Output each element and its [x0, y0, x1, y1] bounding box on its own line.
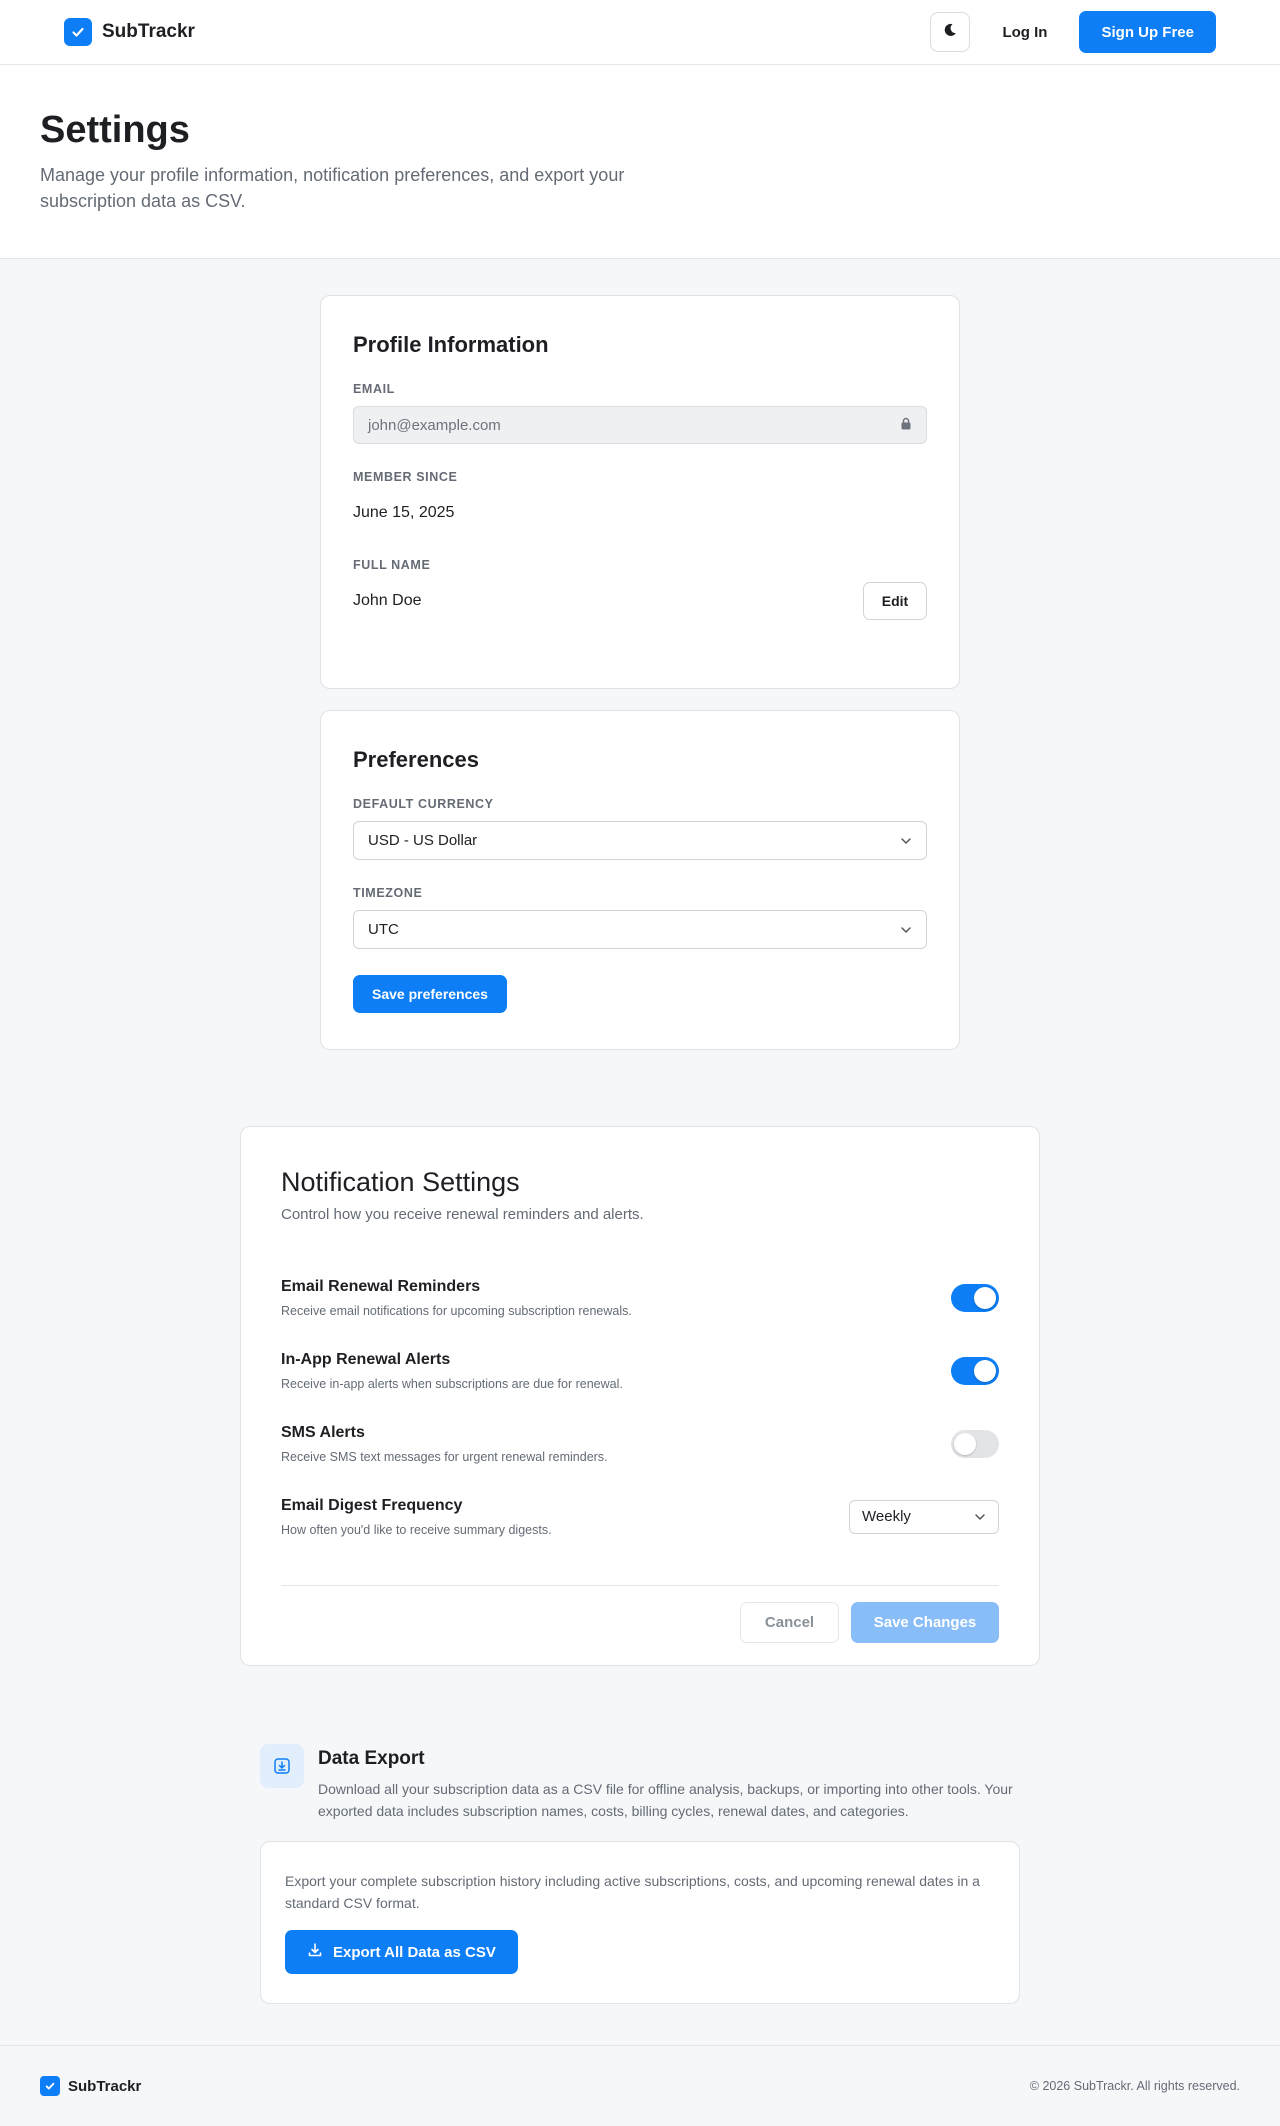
- footer: SubTrackr © 2026 SubTrackr. All rights r…: [0, 2045, 1280, 2126]
- brand-logo[interactable]: SubTrackr: [64, 18, 195, 46]
- currency-select[interactable]: USD - US Dollar: [353, 821, 927, 860]
- email-value: john@example.com: [368, 416, 501, 434]
- chevron-down-icon: [974, 1508, 986, 1525]
- toggle-knob: [974, 1359, 996, 1382]
- sms-alerts-toggle[interactable]: [951, 1429, 999, 1458]
- footer-brand[interactable]: SubTrackr: [40, 2076, 141, 2096]
- digest-selected-value: Weekly: [862, 1508, 911, 1525]
- email-reminders-toggle[interactable]: [951, 1283, 999, 1312]
- divider: [281, 1585, 999, 1586]
- notification-title: SMS Alerts: [281, 1423, 365, 1441]
- notification-description: Receive email notifications for upcoming…: [281, 1303, 632, 1318]
- member-since-value: June 15, 2025: [353, 504, 455, 521]
- notification-settings-title: Notification Settings: [281, 1167, 520, 1197]
- data-export-title: Data Export: [318, 1748, 425, 1769]
- theme-toggle-button[interactable]: [930, 12, 971, 52]
- in-app-alerts-toggle[interactable]: [951, 1356, 999, 1385]
- lock-icon: [900, 417, 912, 434]
- notification-row-in-app-alerts: In-App Renewal Alerts Receive in-app ale…: [281, 1334, 999, 1407]
- currency-label: DEFAULT CURRENCY: [353, 797, 494, 811]
- notification-title: Email Renewal Reminders: [281, 1277, 481, 1295]
- timezone-label: TIMEZONE: [353, 886, 423, 900]
- preferences-card: Preferences DEFAULT CURRENCY USD - US Do…: [320, 710, 960, 1050]
- toggle-knob: [974, 1286, 996, 1309]
- notification-row-sms-alerts: SMS Alerts Receive SMS text messages for…: [281, 1407, 999, 1480]
- chevron-down-icon: [900, 921, 912, 938]
- export-csv-label: Export All Data as CSV: [333, 1943, 496, 1961]
- brand-name: SubTrackr: [102, 21, 195, 42]
- download-icon: [260, 1744, 304, 1788]
- notification-settings-subtitle: Control how you receive renewal reminder…: [281, 1206, 644, 1223]
- save-preferences-button[interactable]: Save preferences: [353, 975, 507, 1013]
- footer-brand-name: SubTrackr: [68, 2077, 142, 2095]
- notification-row-digest-frequency: Email Digest Frequency How often you'd l…: [281, 1480, 999, 1553]
- full-name-label: FULL NAME: [353, 558, 431, 572]
- top-navbar: SubTrackr Log In Sign Up Free: [0, 0, 1280, 65]
- check-logo-icon: [64, 18, 92, 46]
- digest-title: Email Digest Frequency: [281, 1496, 463, 1514]
- cancel-button[interactable]: Cancel: [740, 1602, 839, 1643]
- page-subtitle: Manage your profile information, notific…: [40, 165, 625, 211]
- notification-description: Receive in-app alerts when subscriptions…: [281, 1376, 623, 1391]
- signup-button[interactable]: Sign Up Free: [1079, 11, 1216, 53]
- notification-row-email-reminders: Email Renewal Reminders Receive email no…: [281, 1261, 999, 1334]
- copyright-text: © 2026 SubTrackr. All rights reserved.: [1029, 2079, 1240, 2093]
- timezone-select[interactable]: UTC: [353, 910, 927, 949]
- currency-selected-value: USD - US Dollar: [368, 832, 478, 849]
- notification-title: In-App Renewal Alerts: [281, 1350, 451, 1368]
- email-field: john@example.com: [353, 406, 927, 444]
- member-since-label: MEMBER SINCE: [353, 470, 458, 484]
- digest-description: How often you'd like to receive summary …: [281, 1522, 552, 1537]
- full-name-value: John Doe: [353, 592, 422, 609]
- toggle-knob: [954, 1432, 976, 1455]
- chevron-down-icon: [900, 832, 912, 849]
- data-export-card: Export your complete subscription histor…: [260, 1841, 1020, 2004]
- profile-information-card: Profile Information EMAIL john@example.c…: [320, 295, 960, 689]
- timezone-selected-value: UTC: [368, 921, 399, 938]
- page-title: Settings: [40, 109, 190, 151]
- login-link[interactable]: Log In: [990, 24, 1059, 41]
- preferences-card-title: Preferences: [353, 747, 479, 772]
- moon-icon: [942, 22, 958, 43]
- profile-card-title: Profile Information: [353, 332, 549, 357]
- digest-frequency-select[interactable]: Weekly: [849, 1499, 999, 1534]
- data-export-description: Download all your subscription data as a…: [318, 1781, 1013, 1819]
- notification-settings-card: Notification Settings Control how you re…: [240, 1126, 1040, 1666]
- export-csv-button[interactable]: Export All Data as CSV: [285, 1930, 518, 1974]
- download-icon: [307, 1942, 323, 1962]
- email-label: EMAIL: [353, 382, 395, 396]
- notification-description: Receive SMS text messages for urgent ren…: [281, 1449, 608, 1464]
- save-changes-button[interactable]: Save Changes: [851, 1602, 999, 1643]
- check-logo-icon: [40, 2076, 60, 2096]
- export-card-text: Export your complete subscription histor…: [285, 1873, 980, 1911]
- settings-hero: Settings Manage your profile information…: [0, 65, 1280, 259]
- edit-name-button[interactable]: Edit: [863, 582, 927, 620]
- data-export-header: Data Export Download all your subscripti…: [260, 1744, 1020, 1822]
